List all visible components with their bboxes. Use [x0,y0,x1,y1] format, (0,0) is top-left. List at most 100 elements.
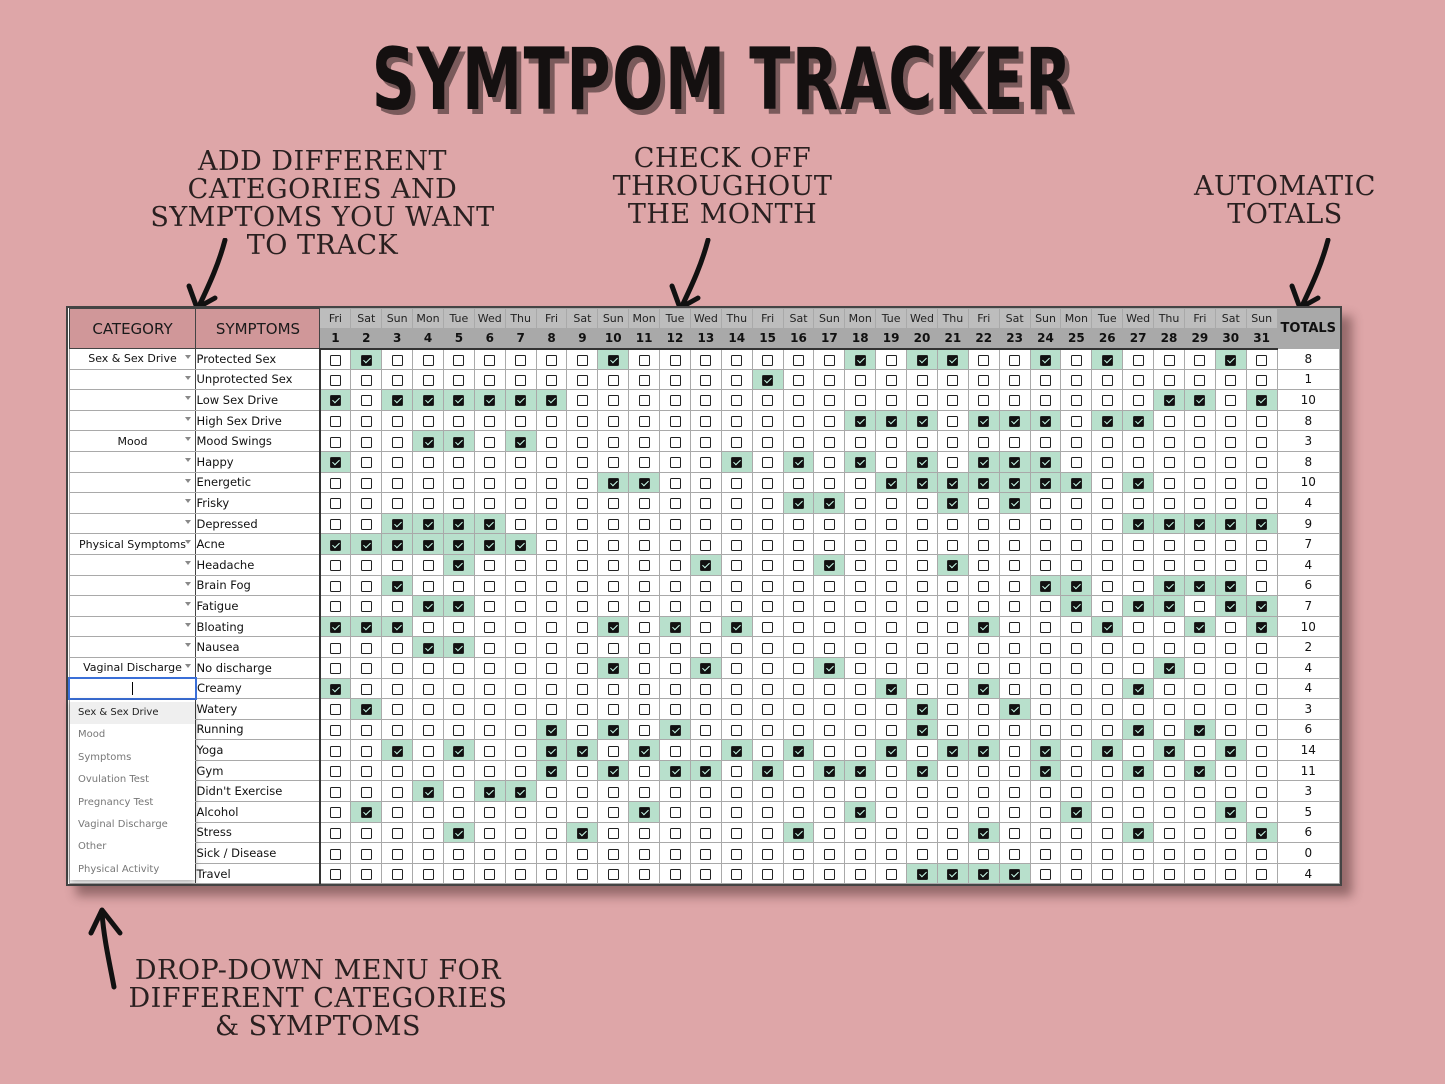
checkbox-empty-icon[interactable] [793,560,805,572]
checkbox-empty-icon[interactable] [1070,374,1082,386]
checkbox-empty-icon[interactable] [1101,683,1113,695]
checkbox-empty-icon[interactable] [978,704,990,716]
checkbox-empty-icon[interactable] [1101,498,1113,510]
checkbox-empty-icon[interactable] [1132,374,1144,386]
checkbox-empty-icon[interactable] [1101,477,1113,489]
checkbox-empty-icon[interactable] [854,395,866,407]
checkbox-checked-icon[interactable] [823,498,835,510]
checkbox-empty-icon[interactable] [1132,848,1144,860]
checkbox-empty-icon[interactable] [330,416,342,428]
checkbox-empty-icon[interactable] [330,827,342,839]
checkbox-empty-icon[interactable] [1101,457,1113,469]
checkbox-empty-icon[interactable] [515,580,527,592]
checkbox-empty-icon[interactable] [916,786,928,798]
checkbox-empty-icon[interactable] [669,354,681,366]
checkbox-empty-icon[interactable] [1040,807,1052,819]
checkbox-empty-icon[interactable] [669,683,681,695]
checkbox-empty-icon[interactable] [854,601,866,613]
checkbox-empty-icon[interactable] [1225,560,1237,572]
checkbox-empty-icon[interactable] [607,704,619,716]
checkbox-empty-icon[interactable] [916,622,928,634]
checkbox-empty-icon[interactable] [793,477,805,489]
checkbox-empty-icon[interactable] [1009,807,1021,819]
checkbox-empty-icon[interactable] [1163,622,1175,634]
checkbox-empty-icon[interactable] [576,601,588,613]
checkbox-empty-icon[interactable] [1225,848,1237,860]
checkbox-empty-icon[interactable] [978,766,990,778]
checkbox-empty-icon[interactable] [576,663,588,675]
checkbox-empty-icon[interactable] [1256,416,1268,428]
checkbox-empty-icon[interactable] [854,869,866,881]
checkbox-empty-icon[interactable] [422,374,434,386]
checkbox-empty-icon[interactable] [854,642,866,654]
checkbox-checked-icon[interactable] [391,622,403,634]
checkbox-empty-icon[interactable] [1132,807,1144,819]
checkbox-empty-icon[interactable] [1070,560,1082,572]
checkbox-empty-icon[interactable] [1132,786,1144,798]
checkbox-empty-icon[interactable] [1101,786,1113,798]
checkbox-empty-icon[interactable] [1256,745,1268,757]
checkbox-empty-icon[interactable] [669,416,681,428]
chevron-down-icon[interactable] [185,663,192,668]
symptom-cell[interactable]: Nausea [195,636,321,658]
checkbox-empty-icon[interactable] [330,354,342,366]
checkbox-empty-icon[interactable] [854,539,866,551]
checkbox-empty-icon[interactable] [1163,560,1175,572]
checkbox-empty-icon[interactable] [638,395,650,407]
checkbox-checked-icon[interactable] [515,395,527,407]
checkbox-empty-icon[interactable] [1225,622,1237,634]
checkbox-empty-icon[interactable] [731,601,743,613]
category-select[interactable] [68,615,197,638]
checkbox-empty-icon[interactable] [1101,519,1113,531]
checkbox-empty-icon[interactable] [1040,642,1052,654]
checkbox-checked-icon[interactable] [1040,745,1052,757]
checkbox-empty-icon[interactable] [453,477,465,489]
checkbox-empty-icon[interactable] [330,869,342,881]
category-select[interactable] [68,636,197,658]
checkbox-empty-icon[interactable] [793,395,805,407]
checkbox-empty-icon[interactable] [1132,457,1144,469]
checkbox-empty-icon[interactable] [947,807,959,819]
checkbox-empty-icon[interactable] [607,519,619,531]
checkbox-empty-icon[interactable] [700,395,712,407]
checkbox-empty-icon[interactable] [700,807,712,819]
checkbox-empty-icon[interactable] [391,560,403,572]
checkbox-empty-icon[interactable] [854,560,866,572]
checkbox-empty-icon[interactable] [1225,766,1237,778]
checkbox-empty-icon[interactable] [669,869,681,881]
checkbox-checked-icon[interactable] [1163,395,1175,407]
checkbox-checked-icon[interactable] [731,745,743,757]
checkbox-empty-icon[interactable] [1194,827,1206,839]
checkbox-checked-icon[interactable] [947,354,959,366]
checkbox-empty-icon[interactable] [515,642,527,654]
checkbox-empty-icon[interactable] [638,539,650,551]
checkbox-empty-icon[interactable] [1101,766,1113,778]
checkbox-empty-icon[interactable] [576,354,588,366]
checkbox-checked-icon[interactable] [1132,827,1144,839]
checkbox-empty-icon[interactable] [484,580,496,592]
checkbox-checked-icon[interactable] [978,416,990,428]
checkbox-checked-icon[interactable] [978,683,990,695]
checkbox-checked-icon[interactable] [1256,519,1268,531]
checkbox-checked-icon[interactable] [422,519,434,531]
checkbox-empty-icon[interactable] [1101,539,1113,551]
checkbox-empty-icon[interactable] [885,869,897,881]
checkbox-empty-icon[interactable] [669,807,681,819]
checkbox-empty-icon[interactable] [916,519,928,531]
checkbox-empty-icon[interactable] [1194,786,1206,798]
checkbox-empty-icon[interactable] [1225,663,1237,675]
checkbox-empty-icon[interactable] [330,745,342,757]
checkbox-empty-icon[interactable] [1256,477,1268,489]
checkbox-empty-icon[interactable] [546,663,558,675]
checkbox-empty-icon[interactable] [453,354,465,366]
checkbox-empty-icon[interactable] [854,374,866,386]
checkbox-empty-icon[interactable] [576,807,588,819]
checkbox-empty-icon[interactable] [638,374,650,386]
checkbox-empty-icon[interactable] [1225,457,1237,469]
checkbox-empty-icon[interactable] [1132,560,1144,572]
checkbox-empty-icon[interactable] [484,642,496,654]
checkbox-empty-icon[interactable] [576,786,588,798]
checkbox-empty-icon[interactable] [1225,724,1237,736]
checkbox-empty-icon[interactable] [391,642,403,654]
checkbox-empty-icon[interactable] [1009,374,1021,386]
